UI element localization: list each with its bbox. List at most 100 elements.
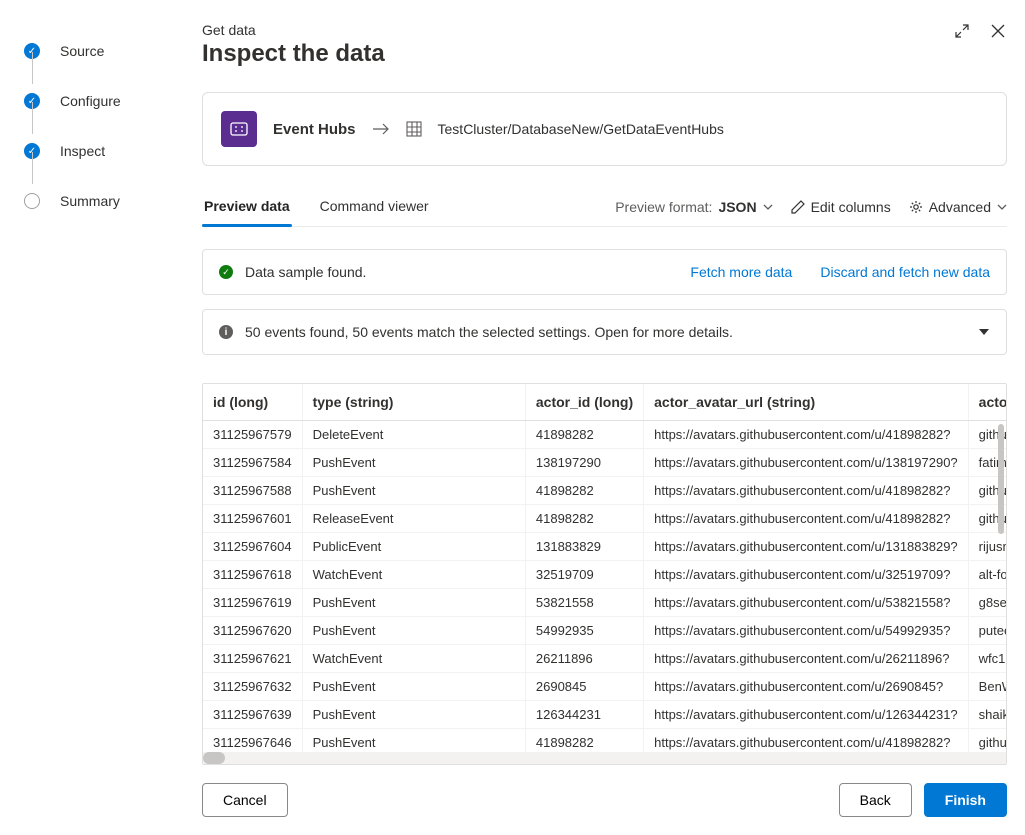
preview-format-label: Preview format:: [615, 199, 712, 215]
gear-icon: [909, 200, 923, 214]
horizontal-scrollbar[interactable]: [203, 752, 1006, 764]
step-label: Inspect: [60, 143, 105, 159]
cell: shaiktahse: [968, 701, 1006, 729]
expand-icon[interactable]: [953, 22, 971, 40]
back-button[interactable]: Back: [839, 783, 912, 817]
col-actor-login[interactable]: actor_login: [968, 384, 1006, 421]
destination-path: TestCluster/DatabaseNew/GetDataEventHubs: [438, 121, 724, 137]
step-label: Summary: [60, 193, 120, 209]
vertical-scrollbar[interactable]: [998, 424, 1004, 534]
table-row[interactable]: 31125967632PushEvent2690845https://avata…: [203, 673, 1006, 701]
table-row[interactable]: 31125967588PushEvent41898282https://avat…: [203, 477, 1006, 505]
cell: https://avatars.githubusercontent.com/u/…: [644, 505, 969, 533]
cell: wfc1994: [968, 645, 1006, 673]
page-title: Inspect the data: [202, 40, 385, 68]
cell: https://avatars.githubusercontent.com/u/…: [644, 701, 969, 729]
step-configure[interactable]: Configure: [24, 76, 168, 126]
close-icon[interactable]: [989, 22, 1007, 40]
preview-format-select[interactable]: Preview format: JSON: [615, 199, 772, 215]
cell: ReleaseEvent: [302, 505, 525, 533]
table-row[interactable]: 31125967601ReleaseEvent41898282https://a…: [203, 505, 1006, 533]
col-type[interactable]: type (string): [302, 384, 525, 421]
cell: 31125967579: [203, 421, 302, 449]
cell: PushEvent: [302, 673, 525, 701]
source-name: Event Hubs: [273, 121, 356, 138]
cell: 2690845: [525, 673, 643, 701]
fetch-more-link[interactable]: Fetch more data: [690, 264, 792, 280]
events-found-expander[interactable]: i 50 events found, 50 events match the s…: [202, 309, 1007, 355]
table-row[interactable]: 31125967646PushEvent41898282https://avat…: [203, 729, 1006, 753]
col-avatar-url[interactable]: actor_avatar_url (string): [644, 384, 969, 421]
cell: https://avatars.githubusercontent.com/u/…: [644, 617, 969, 645]
step-inspect[interactable]: Inspect: [24, 126, 168, 176]
cell: https://avatars.githubusercontent.com/u/…: [644, 449, 969, 477]
cell: PushEvent: [302, 477, 525, 505]
cell: 31125967621: [203, 645, 302, 673]
cell: BenWieder: [968, 673, 1006, 701]
cell: 31125967620: [203, 617, 302, 645]
preview-format-value: JSON: [718, 199, 756, 215]
main-panel: Get data Inspect the data Event Hubs: [180, 0, 1025, 835]
step-summary[interactable]: Summary: [24, 176, 168, 226]
step-source[interactable]: Source: [24, 26, 168, 76]
cell: puteeva-a: [968, 617, 1006, 645]
cell: 41898282: [525, 421, 643, 449]
tab-command-viewer[interactable]: Command viewer: [318, 188, 431, 226]
table-row[interactable]: 31125967579DeleteEvent41898282https://av…: [203, 421, 1006, 449]
step-label: Configure: [60, 93, 121, 109]
tab-preview-data[interactable]: Preview data: [202, 188, 292, 226]
cell: github-act: [968, 729, 1006, 753]
pencil-icon: [791, 200, 805, 214]
col-id[interactable]: id (long): [203, 384, 302, 421]
tab-bar: Preview data Command viewer Preview form…: [202, 188, 1007, 227]
cell: 41898282: [525, 505, 643, 533]
cell: alt-fox: [968, 561, 1006, 589]
cell: 31125967618: [203, 561, 302, 589]
col-actor-id[interactable]: actor_id (long): [525, 384, 643, 421]
cell: https://avatars.githubusercontent.com/u/…: [644, 729, 969, 753]
table-scroll[interactable]: id (long) type (string) actor_id (long) …: [203, 384, 1006, 752]
cell: 41898282: [525, 477, 643, 505]
cell: 32519709: [525, 561, 643, 589]
event-hubs-icon: [221, 111, 257, 147]
table-row[interactable]: 31125967620PushEvent54992935https://avat…: [203, 617, 1006, 645]
cell: 26211896: [525, 645, 643, 673]
cell: 131883829: [525, 533, 643, 561]
discard-link[interactable]: Discard and fetch new data: [820, 264, 990, 280]
cell: WatchEvent: [302, 645, 525, 673]
table-row[interactable]: 31125967639PushEvent126344231https://ava…: [203, 701, 1006, 729]
table-header-row: id (long) type (string) actor_id (long) …: [203, 384, 1006, 421]
cell: PushEvent: [302, 617, 525, 645]
table-row[interactable]: 31125967604PublicEvent131883829https://a…: [203, 533, 1006, 561]
cell: 31125967584: [203, 449, 302, 477]
cell: 138197290: [525, 449, 643, 477]
table-icon: [406, 121, 422, 137]
table-row[interactable]: 31125967619PushEvent53821558https://avat…: [203, 589, 1006, 617]
cell: rijusmit224: [968, 533, 1006, 561]
arrow-right-icon: [372, 122, 390, 136]
cell: PushEvent: [302, 729, 525, 753]
cell: 31125967601: [203, 505, 302, 533]
cell: https://avatars.githubusercontent.com/u/…: [644, 421, 969, 449]
events-found-text: 50 events found, 50 events match the sel…: [245, 324, 733, 340]
cell: 53821558: [525, 589, 643, 617]
cell: 31125967619: [203, 589, 302, 617]
table-row[interactable]: 31125967621WatchEvent26211896https://ava…: [203, 645, 1006, 673]
chevron-down-icon: [997, 202, 1007, 212]
advanced-menu[interactable]: Advanced: [909, 199, 1007, 215]
cancel-button[interactable]: Cancel: [202, 783, 288, 817]
cell: 126344231: [525, 701, 643, 729]
cell: https://avatars.githubusercontent.com/u/…: [644, 533, 969, 561]
table-row[interactable]: 31125967618WatchEvent32519709https://ava…: [203, 561, 1006, 589]
source-card: Event Hubs TestCluster/DatabaseNew/GetDa…: [202, 92, 1007, 166]
edit-columns-button[interactable]: Edit columns: [791, 199, 891, 215]
cell: 54992935: [525, 617, 643, 645]
finish-button[interactable]: Finish: [924, 783, 1007, 817]
table-row[interactable]: 31125967584PushEvent138197290https://ava…: [203, 449, 1006, 477]
cell: PushEvent: [302, 589, 525, 617]
cell: 31125967632: [203, 673, 302, 701]
cell: https://avatars.githubusercontent.com/u/…: [644, 673, 969, 701]
success-icon: [219, 265, 233, 279]
info-icon: i: [219, 325, 233, 339]
step-label: Source: [60, 43, 104, 59]
